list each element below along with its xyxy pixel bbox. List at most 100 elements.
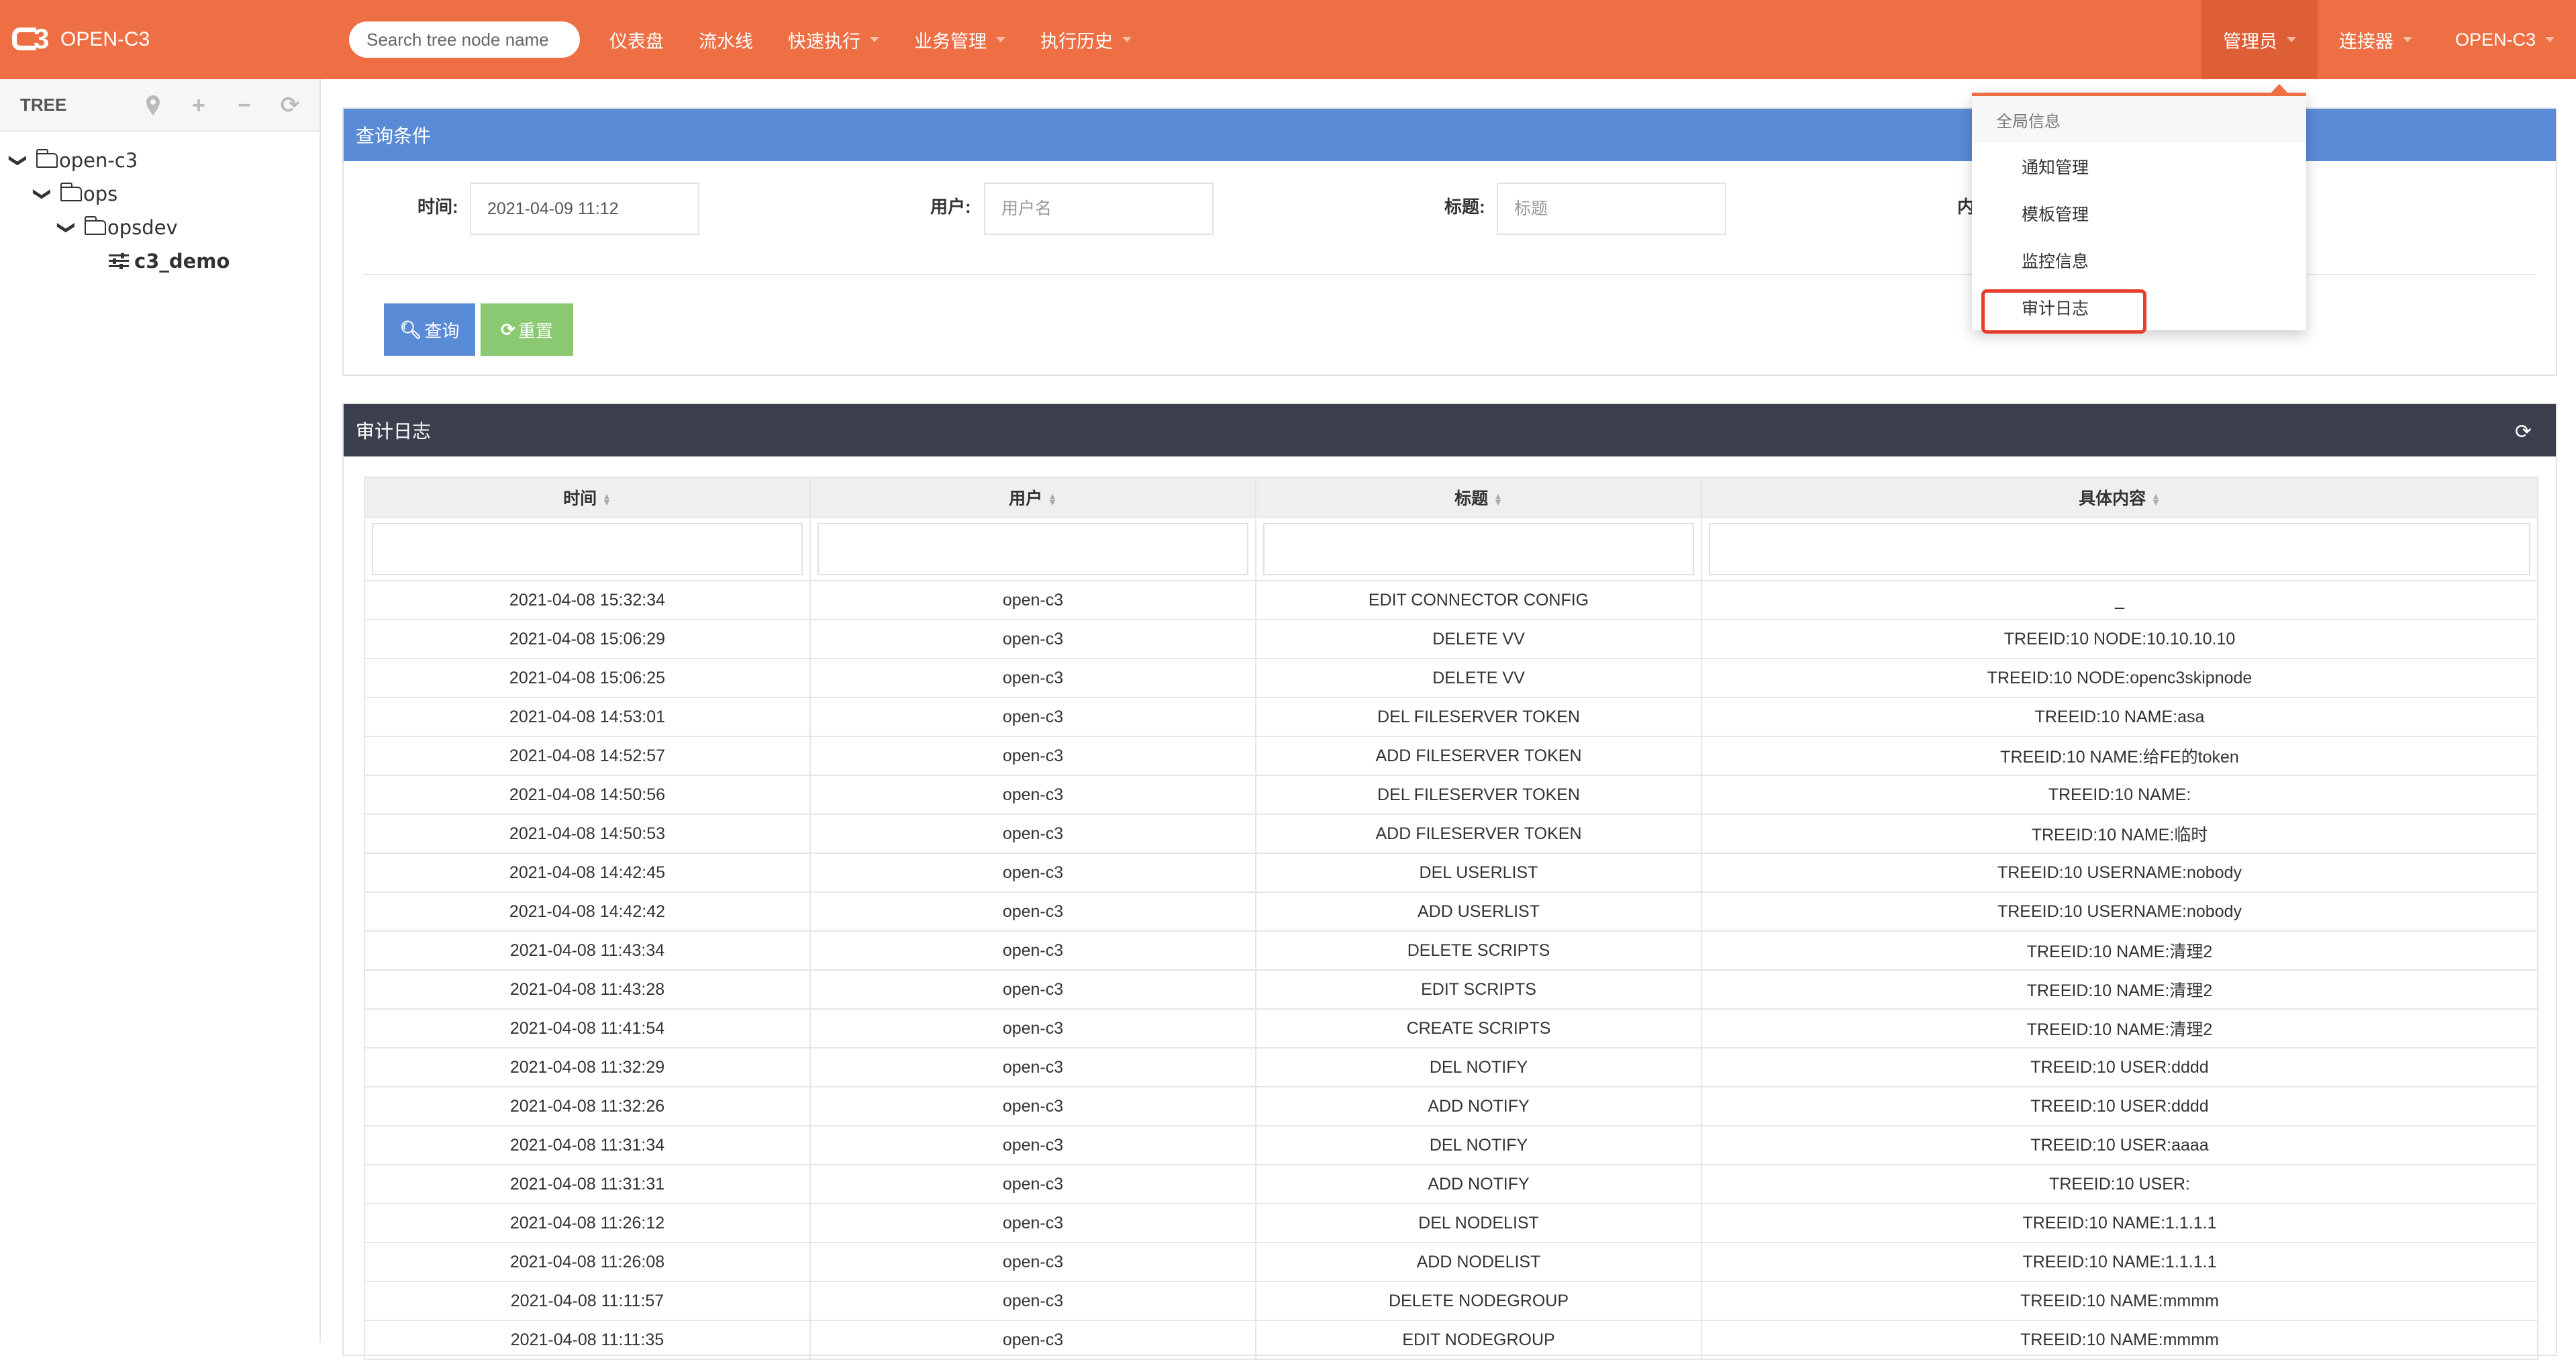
cell-content: TREEID:10 NAME:清理2 [1701,969,2538,1010]
title-column-filter[interactable] [1263,523,1694,575]
minus-icon[interactable]: − [234,93,255,118]
cell-content: TREEID:10 NAME:asa [1701,697,2538,737]
cell-user: open-c3 [809,697,1256,737]
cell-content: TREEID:10 NAME: [1701,775,2538,815]
tree-node-c3-demo[interactable]: c3_demo [0,244,319,278]
time-column-filter[interactable] [372,523,803,575]
cell-title: EDIT SCRIPTS [1255,969,1702,1010]
column-header-user[interactable]: 用户 ▲ ▼ [809,477,1256,518]
query-panel-title: 查询条件 [356,126,432,146]
tree-node-open-c3[interactable]: ❯ open-c3 [0,144,319,177]
folder-open-icon [36,149,58,168]
cell-title: DEL FILESERVER TOKEN [1255,697,1702,737]
cell-time: 2021-04-08 15:06:25 [364,658,811,698]
caret-down-icon [870,37,879,42]
cell-content: TREEID:10 NAME:临时 [1701,814,2538,854]
column-header-time[interactable]: 时间 ▲ ▼ [364,477,811,518]
cell-title: DEL FILESERVER TOKEN [1255,775,1702,815]
cell-time: 2021-04-08 11:26:08 [364,1242,811,1282]
filter-cell [809,517,1256,581]
cell-content: TREEID:10 NAME:1.1.1.1 [1701,1242,2538,1282]
tree-header: TREE + − ⟳ [0,79,319,132]
cell-user: open-c3 [809,930,1256,971]
nav-connector[interactable]: 连接器 [2318,0,2434,79]
user-input[interactable] [984,183,1213,235]
plus-icon[interactable]: + [188,93,209,118]
menu-item-monitor-info[interactable]: 监控信息 [1972,237,2306,284]
admin-dropdown-menu: 全局信息 通知管理 模板管理 监控信息 审计日志 [1972,84,2306,334]
column-header-title[interactable]: 标题 ▲ ▼ [1255,477,1702,518]
cell-user: open-c3 [809,853,1256,893]
cell-time: 2021-04-08 14:53:01 [364,697,811,737]
tree: ❯ open-c3 ❯ ops ❯ opsdev c3_demo [0,132,319,278]
menu-item-notify-management[interactable]: 通知管理 [1972,143,2306,190]
cell-content: TREEID:10 NAME:给FE的token [1701,736,2538,776]
brand-logo[interactable]: 3 OPEN-C3 [12,23,150,55]
cell-user: open-c3 [809,891,1256,932]
audit-log-table: 时间 ▲ ▼ 用户 ▲ ▼ 标题 ▲ ▼ 具体内容 ▲ ▼ 2021-04-08 15:32:3… [364,477,2538,1360]
right-nav: 管理员 连接器 OPEN-C3 [2201,0,2576,79]
nav-pipeline[interactable]: 流水线 [681,0,771,79]
menu-item-audit-log[interactable]: 审计日志 [1972,284,2306,334]
cell-user: open-c3 [809,619,1256,659]
audit-log-panel: 审计日志 ⟳ 时间 ▲ ▼ 用户 ▲ ▼ 标题 ▲ ▼ 具体内容 ▲ ▼ 2021-04-08 … [342,403,2557,1360]
nav-history[interactable]: 执行历史 [1023,0,1149,79]
time-input[interactable] [470,183,699,235]
cell-time: 2021-04-08 11:32:26 [364,1086,811,1126]
table-row: 2021-04-08 14:53:01 open-c3 DEL FILESERVER… [364,697,2538,737]
caret-down-icon [2545,37,2555,42]
nav-dashboard[interactable]: 仪表盘 [592,0,681,79]
nav-quick-exec[interactable]: 快速执行 [771,0,897,79]
nav-user-menu[interactable]: OPEN-C3 [2434,0,2576,79]
cell-content: TREEID:10 USER:aaaa [1701,1125,2538,1165]
chevron-down-icon[interactable]: ❯ [8,150,28,171]
sort-icon: ▲ ▼ [1048,491,1057,508]
chevron-down-icon[interactable]: ❯ [32,184,52,204]
table-row: 2021-04-08 11:26:08 open-c3 ADD NODELIST TR… [364,1242,2538,1282]
cell-content: TREEID:10 USER:dddd [1701,1047,2538,1087]
table-row: 2021-04-08 14:50:53 open-c3 ADD FILESERVER… [364,814,2538,854]
title-input[interactable] [1497,183,1726,235]
table-row: 2021-04-08 15:32:34 open-c3 EDIT CONNECTOR… [364,580,2538,620]
cell-content: TREEID:10 USER:dddd [1701,1086,2538,1126]
cell-content: TREEID:10 NODE:10.10.10.10 [1701,619,2538,659]
cell-time: 2021-04-08 11:43:34 [364,930,811,971]
tree-node-opsdev[interactable]: ❯ opsdev [0,211,319,244]
cell-content: TREEID:10 USERNAME:nobody [1701,891,2538,932]
table-row: 2021-04-08 14:42:42 open-c3 ADD USERLIST TR… [364,891,2538,932]
cell-title: DELETE VV [1255,658,1702,698]
tree-search-input[interactable] [349,21,580,58]
cell-time: 2021-04-08 14:42:42 [364,891,811,932]
cell-title: ADD NODELIST [1255,1242,1702,1282]
cell-title: DEL USERLIST [1255,853,1702,893]
table-row: 2021-04-08 11:31:31 open-c3 ADD NOTIFY TREE… [364,1164,2538,1204]
cell-content: TREEID:10 USER: [1701,1164,2538,1204]
cell-title: ADD FILESERVER TOKEN [1255,814,1702,854]
query-button[interactable]: 🔍︎ 查询 [384,303,475,356]
table-row: 2021-04-08 11:26:12 open-c3 DEL NODELIST TR… [364,1203,2538,1243]
user-column-filter[interactable] [818,523,1248,575]
nav-business[interactable]: 业务管理 [897,0,1023,79]
refresh-icon[interactable]: ⟳ [2515,420,2532,444]
column-header-content[interactable]: 具体内容 ▲ ▼ [1701,477,2538,518]
table-row: 2021-04-08 15:06:29 open-c3 DELETE VV TREEI… [364,619,2538,659]
tree-node-ops[interactable]: ❯ ops [0,177,319,211]
cell-time: 2021-04-08 14:50:53 [364,814,811,854]
menu-item-template-management[interactable]: 模板管理 [1972,190,2306,237]
map-marker-icon[interactable] [142,95,164,116]
top-navbar: 3 OPEN-C3 仪表盘 流水线 快速执行 业务管理 执行历史 管理员 连接器… [0,0,2576,79]
table-row: 2021-04-08 11:32:26 open-c3 ADD NOTIFY TREE… [364,1086,2538,1126]
cell-user: open-c3 [809,1008,1256,1049]
tree-toolbar: + − ⟳ [142,79,301,132]
nav-admin[interactable]: 管理员 [2201,0,2318,79]
cell-time: 2021-04-08 11:11:35 [364,1320,811,1360]
dropdown-section-header: 全局信息 [1972,96,2306,143]
reset-button[interactable]: ⟳ 重置 [481,303,573,356]
chevron-down-icon[interactable]: ❯ [56,217,77,238]
audit-panel-header: 审计日志 ⟳ [344,404,2556,456]
content-column-filter[interactable] [1709,523,2530,575]
cell-user: open-c3 [809,814,1256,854]
cell-title: CREATE SCRIPTS [1255,1008,1702,1049]
cell-time: 2021-04-08 11:32:29 [364,1047,811,1087]
refresh-icon[interactable]: ⟳ [279,93,301,118]
